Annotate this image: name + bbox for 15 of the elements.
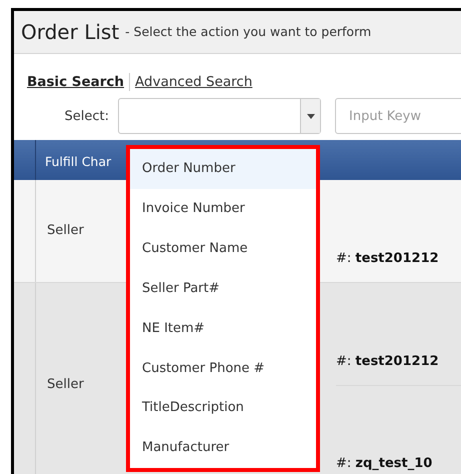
order-number: #: test201212: [336, 352, 439, 371]
table-cell-text: Seller: [47, 222, 84, 240]
dropdown-option[interactable]: Order Number: [130, 149, 316, 189]
page-title: Order List: [21, 19, 120, 46]
dropdown-arrow-button[interactable]: [300, 99, 320, 134]
page-subtitle: - Select the action you want to perform: [125, 22, 372, 41]
select-label: Select:: [64, 108, 110, 126]
order-number: #: test201212: [336, 250, 439, 268]
table-cell-text: Seller: [47, 376, 84, 394]
caret-icon: [306, 114, 314, 119]
keyword-field[interactable]: Input Keyw: [335, 98, 461, 134]
order-number: #: zq_test_10: [336, 454, 432, 473]
column-header: Fulfill Char: [44, 153, 112, 172]
search-tab[interactable]: Advanced Search: [135, 72, 252, 92]
search-tab[interactable]: Basic Search: [27, 72, 124, 92]
